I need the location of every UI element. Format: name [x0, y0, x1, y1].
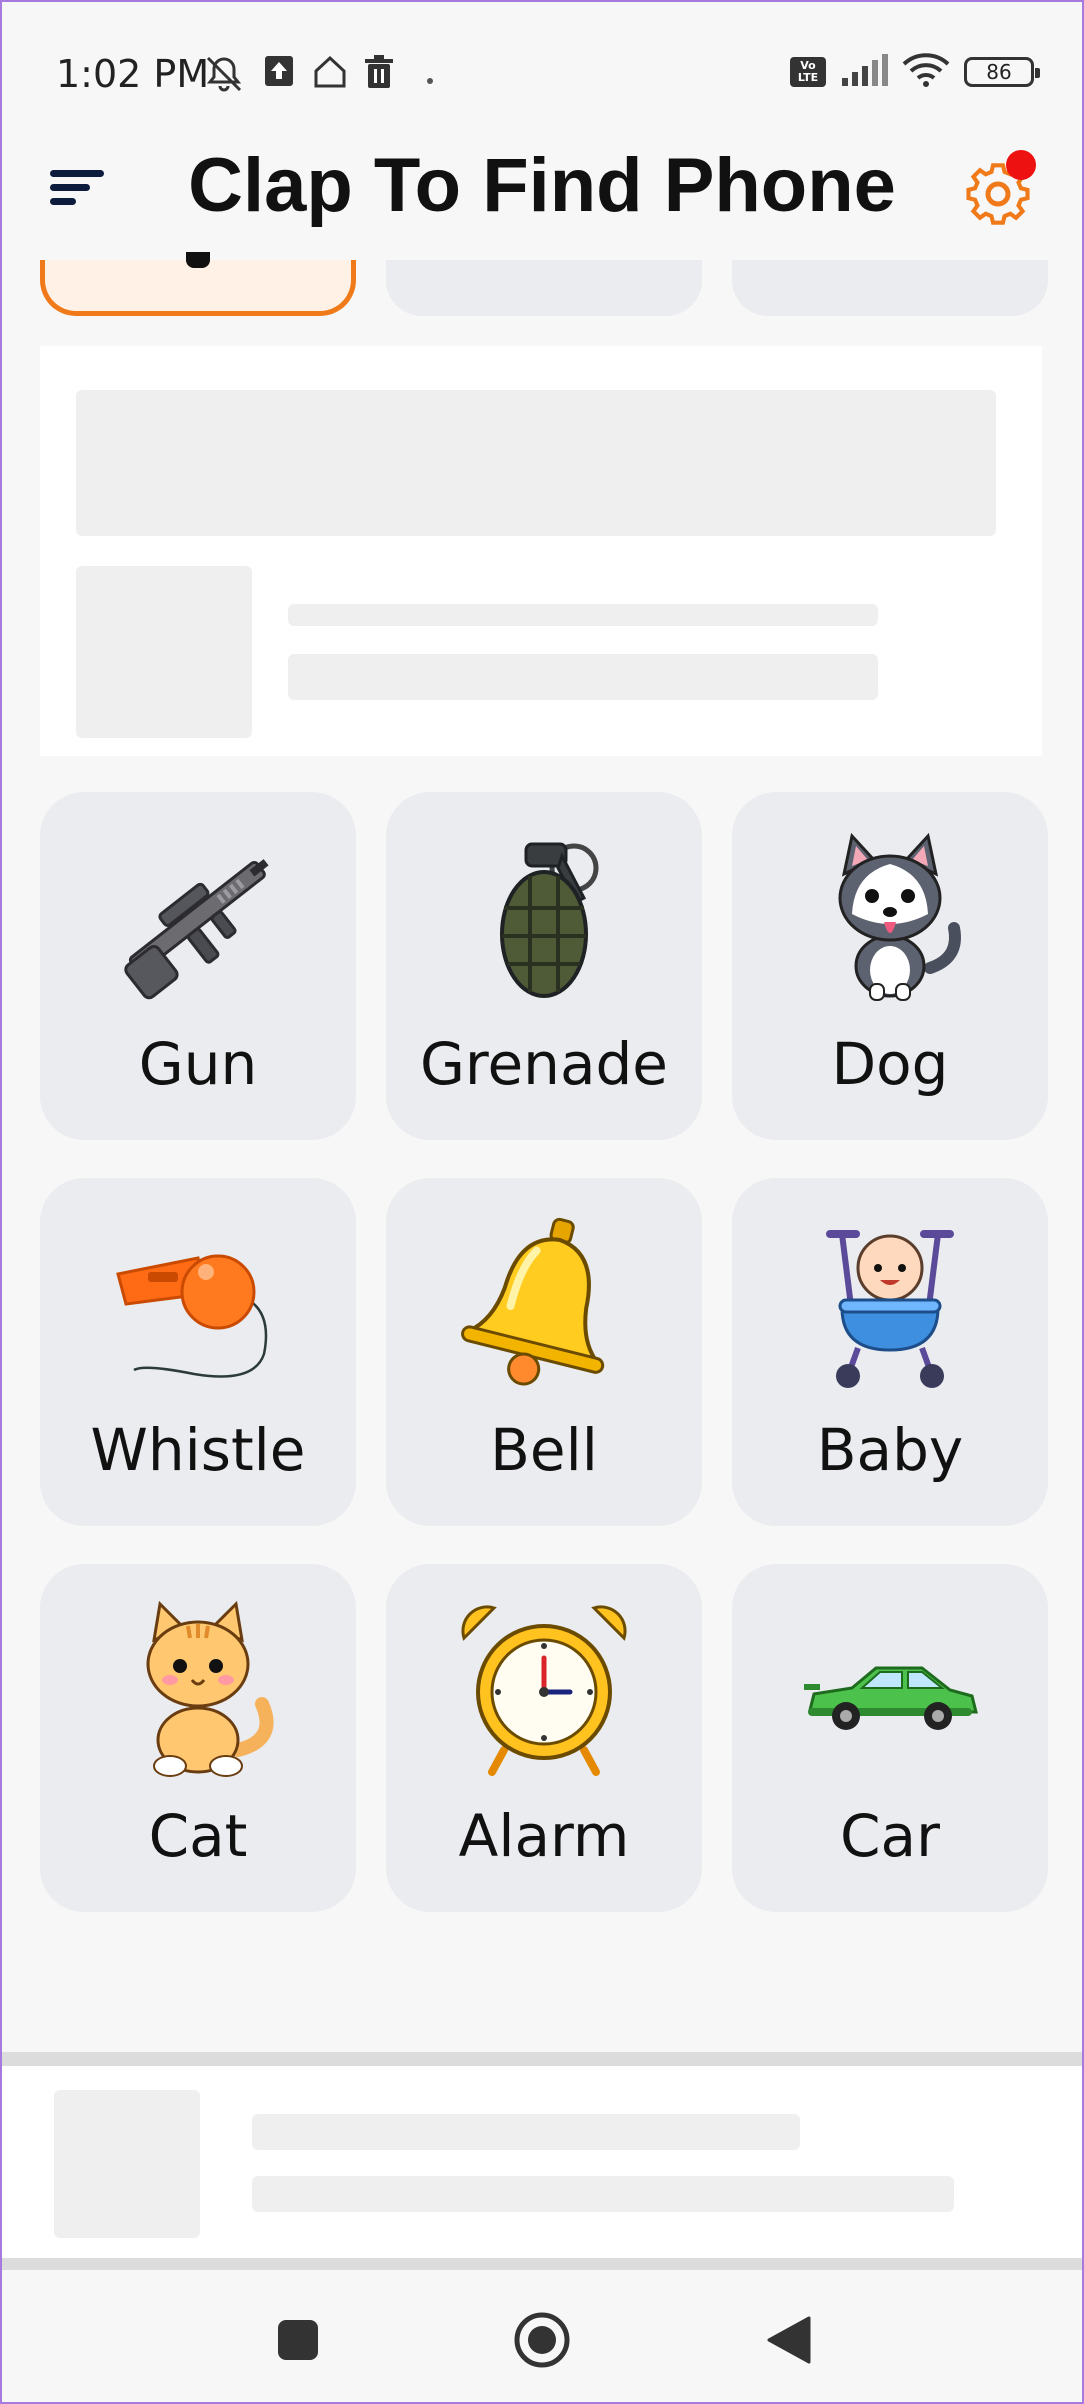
top-tab-active[interactable] [40, 252, 356, 316]
page-title: Clap To Find Phone [188, 143, 896, 228]
skeleton-banner [76, 390, 996, 536]
tile-label: Car [840, 1802, 940, 1870]
upload-icon [264, 54, 294, 94]
sound-tile-baby[interactable]: Baby [732, 1178, 1048, 1526]
status-time: 1:02 PM [56, 52, 210, 96]
sound-tile-alarm[interactable]: Alarm [386, 1564, 702, 1912]
tile-label: Dog [831, 1030, 949, 1098]
sound-tile-gun[interactable]: Gun [40, 792, 356, 1140]
bottom-ad-placeholder [2, 2066, 1082, 2258]
skeleton-line [252, 2114, 800, 2150]
battery-icon: 86 [964, 57, 1040, 87]
divider [2, 2258, 1082, 2270]
status-bar: 1:02 PM Vo LTE 86 [2, 32, 1082, 112]
tile-label: Alarm [458, 1802, 630, 1870]
whistle-icon [116, 1254, 268, 1378]
home-icon [312, 54, 348, 94]
sound-tile-dog[interactable]: Dog [732, 792, 1048, 1140]
tile-label: Baby [816, 1416, 964, 1484]
top-tabs-row [2, 252, 1082, 318]
sound-tile-whistle[interactable]: Whistle [40, 1178, 356, 1526]
tile-label: Cat [148, 1802, 248, 1870]
top-tab[interactable] [732, 260, 1048, 316]
gun-icon [124, 859, 269, 1000]
notification-dot [1006, 150, 1036, 180]
sound-tile-car[interactable]: Car [732, 1564, 1048, 1912]
cat-icon [146, 1600, 274, 1777]
app-screen: 1:02 PM Vo LTE 86 Clap To Find Phone Gun… [0, 0, 1084, 2404]
system-nav-bar [2, 2270, 1082, 2402]
ad-placeholder [40, 346, 1042, 756]
top-tab[interactable] [386, 260, 702, 316]
square-icon [278, 2320, 318, 2360]
tile-label: Whistle [90, 1416, 306, 1484]
battery-level: 86 [986, 60, 1012, 84]
recents-button[interactable] [268, 2310, 328, 2370]
signal-icon [840, 54, 888, 90]
tile-label: Grenade [419, 1030, 668, 1098]
tile-label: Gun [138, 1030, 258, 1098]
triangle-back-icon [767, 2316, 811, 2364]
baby-icon [826, 1230, 954, 1388]
mute-icon [202, 54, 246, 98]
tab-label-peek [186, 252, 210, 268]
app-header: Clap To Find Phone [2, 132, 1082, 242]
sound-tile-cat[interactable]: Cat [40, 1564, 356, 1912]
settings-button[interactable] [958, 150, 1038, 230]
volte-badge: Vo LTE [790, 57, 826, 87]
divider [2, 2052, 1082, 2066]
dog-icon [838, 832, 961, 1001]
sound-tile-bell[interactable]: Bell [386, 1178, 702, 1526]
grenade-icon [500, 842, 599, 998]
skeleton-thumbnail [76, 566, 252, 738]
wifi-icon [902, 52, 950, 92]
home-button[interactable] [512, 2310, 572, 2370]
skeleton-line [288, 654, 878, 700]
back-button[interactable] [758, 2310, 818, 2370]
status-right: Vo LTE 86 [790, 52, 1040, 92]
sound-tile-grenade[interactable]: Grenade [386, 792, 702, 1140]
circle-icon [514, 2312, 570, 2368]
skeleton-line [252, 2176, 954, 2212]
dot-icon [426, 70, 434, 89]
skeleton-thumbnail [54, 2090, 200, 2238]
car-icon [804, 1666, 978, 1730]
bell-icon [461, 1217, 605, 1386]
trash-icon [362, 54, 396, 94]
skeleton-line [288, 604, 878, 626]
tile-label: Bell [490, 1416, 598, 1484]
alarm-clock-icon [461, 1605, 627, 1776]
